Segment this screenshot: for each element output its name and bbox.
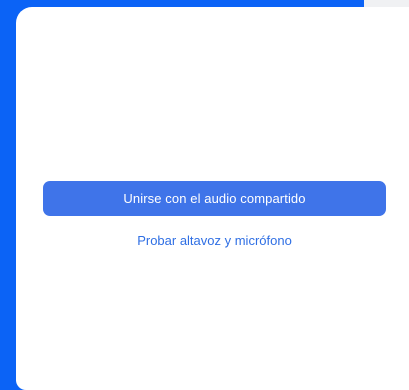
app-window: Unirse con el audio compartido Probar al… xyxy=(0,0,409,390)
test-speaker-microphone-link[interactable]: Probar altavoz y micrófono xyxy=(43,232,386,250)
audio-options-dialog: Unirse con el audio compartido Probar al… xyxy=(16,7,409,390)
join-shared-audio-button[interactable]: Unirse con el audio compartido xyxy=(43,181,386,216)
